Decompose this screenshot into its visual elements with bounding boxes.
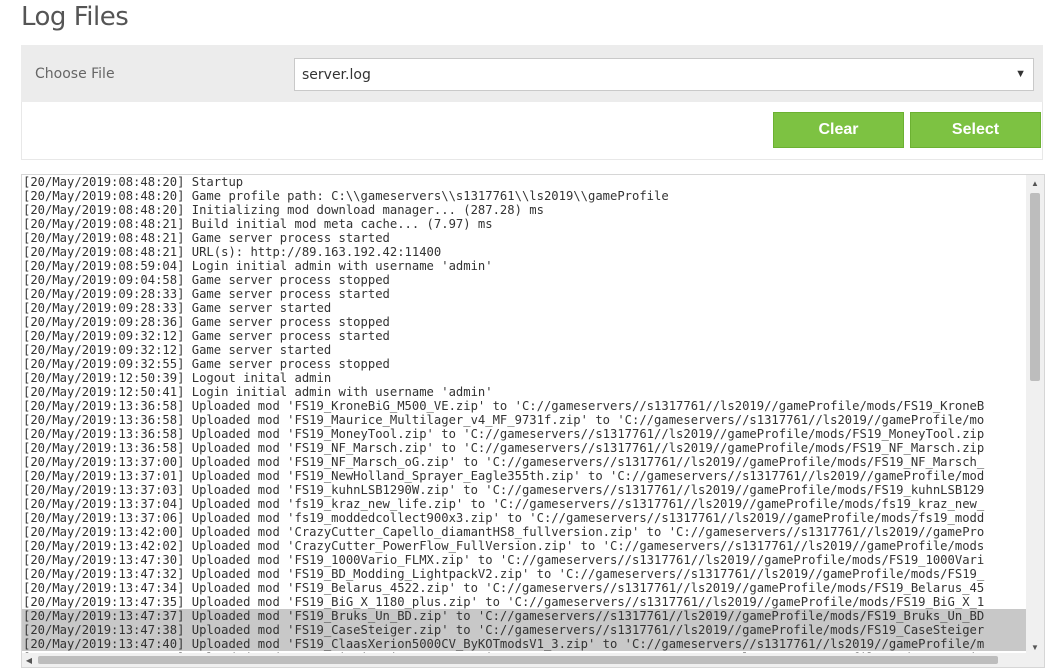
log-line[interactable]: [20/May/2019:13:47:37] Uploaded mod 'FS1… [22,609,1027,623]
log-line[interactable]: [20/May/2019:13:42:02] Uploaded mod 'Cra… [22,539,1027,553]
log-line[interactable]: [20/May/2019:09:04:58] Game server proce… [22,273,1027,287]
log-line[interactable]: [20/May/2019:08:48:21] URL(s): http://89… [22,245,1027,259]
log-viewer[interactable]: [20/May/2019:08:48:20] Startup [20/May/20… [21,174,1045,668]
actions-bar: Clear Select [21,102,1043,160]
log-lines[interactable]: [20/May/2019:08:48:20] Startup [20/May/20… [22,175,1027,655]
log-line[interactable]: [20/May/2019:09:32:55] Game server proce… [22,357,1027,371]
log-line[interactable]: [20/May/2019:13:42:00] Uploaded mod 'Cra… [22,525,1027,539]
log-line[interactable]: [20/May/2019:09:32:12] Game server start… [22,343,1027,357]
arrow-left-icon[interactable]: ◀ [22,653,36,667]
log-line[interactable]: [20/May/2019:13:47:32] Uploaded mod 'FS1… [22,567,1027,581]
clear-button[interactable]: Clear [773,112,904,148]
log-line[interactable]: [20/May/2019:13:47:35] Uploaded mod 'FS1… [22,595,1027,609]
log-line[interactable]: [20/May/2019:08:59:04] Login initial adm… [22,259,1027,273]
page-title: Log Files [21,2,129,32]
chevron-down-icon[interactable]: ▼ [1015,68,1026,80]
log-line[interactable]: [20/May/2019:13:37:06] Uploaded mod 'fs1… [22,511,1027,525]
log-line[interactable]: [20/May/2019:13:47:30] Uploaded mod 'FS1… [22,553,1027,567]
file-select-value: server.log [302,67,371,83]
horizontal-scroll-thumb[interactable] [38,656,998,664]
log-line[interactable]: [20/May/2019:08:48:21] Build initial mod… [22,217,1027,231]
vertical-scroll-thumb[interactable] [1030,193,1040,381]
log-line[interactable]: [20/May/2019:13:47:38] Uploaded mod 'FS1… [22,623,1027,637]
log-line[interactable]: [20/May/2019:13:36:58] Uploaded mod 'FS1… [22,441,1027,455]
log-line[interactable]: [20/May/2019:13:36:58] Uploaded mod 'FS1… [22,413,1027,427]
log-line[interactable]: [20/May/2019:09:28:33] Game server start… [22,301,1027,315]
log-line[interactable]: [20/May/2019:12:50:39] Logout inital adm… [22,371,1027,385]
log-line[interactable]: [20/May/2019:09:32:12] Game server proce… [22,329,1027,343]
log-line[interactable]: [20/May/2019:13:47:40] Uploaded mod 'FS1… [22,637,1027,651]
file-select[interactable]: server.log ▼ [294,58,1034,91]
log-line[interactable]: [20/May/2019:09:28:36] Game server proce… [22,315,1027,329]
select-button[interactable]: Select [910,112,1041,148]
log-line[interactable]: [20/May/2019:08:48:20] Initializing mod … [22,203,1027,217]
log-line[interactable]: [20/May/2019:08:48:20] Startup [22,175,1027,189]
log-line[interactable]: [20/May/2019:08:48:21] Game server proce… [22,231,1027,245]
vertical-scrollbar[interactable]: ▲ ▼ [1026,175,1044,655]
log-line[interactable]: [20/May/2019:13:36:58] Uploaded mod 'FS1… [22,399,1027,413]
log-line[interactable]: [20/May/2019:13:37:00] Uploaded mod 'FS1… [22,455,1027,469]
log-line[interactable]: [20/May/2019:12:50:41] Login initial adm… [22,385,1027,399]
choose-file-label: Choose File [35,66,115,82]
log-line[interactable]: [20/May/2019:13:36:58] Uploaded mod 'FS1… [22,427,1027,441]
log-line[interactable]: [20/May/2019:13:37:01] Uploaded mod 'FS1… [22,469,1027,483]
horizontal-scrollbar[interactable]: ◀ [22,653,1044,667]
log-line[interactable]: [20/May/2019:13:37:03] Uploaded mod 'FS1… [22,483,1027,497]
log-line[interactable]: [20/May/2019:09:28:33] Game server proce… [22,287,1027,301]
log-line[interactable]: [20/May/2019:08:48:20] Game profile path… [22,189,1027,203]
arrow-up-icon[interactable]: ▲ [1026,175,1044,191]
file-chooser-bar: Choose File server.log ▼ [21,45,1043,102]
log-line[interactable]: [20/May/2019:13:47:34] Uploaded mod 'FS1… [22,581,1027,595]
log-line[interactable]: [20/May/2019:13:37:04] Uploaded mod 'fs1… [22,497,1027,511]
